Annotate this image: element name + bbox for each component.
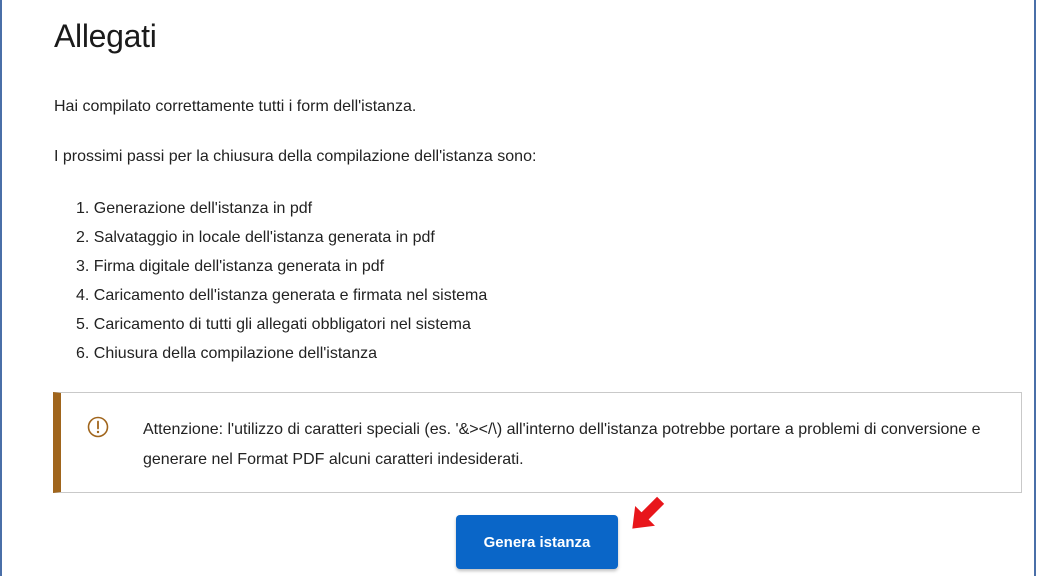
- next-steps-intro: I prossimi passi per la chiusura della c…: [54, 148, 537, 165]
- steps-list: 1. Generazione dell'istanza in pdf 2. Sa…: [54, 198, 487, 372]
- success-message: Hai compilato correttamente tutti i form…: [54, 98, 417, 115]
- step-item: 3. Firma digitale dell'istanza generata …: [76, 258, 385, 275]
- page-container: Allegati Hai compilato correttamente tut…: [0, 0, 1036, 576]
- step-item: 5. Caricamento di tutti gli allegati obb…: [76, 316, 471, 333]
- warning-alert: Attenzione: l'utilizzo di caratteri spec…: [53, 392, 1022, 493]
- red-arrow-icon: [626, 494, 674, 542]
- step-item: 1. Generazione dell'istanza in pdf: [76, 200, 313, 217]
- page-title: Allegati: [54, 18, 157, 54]
- generate-instance-button[interactable]: Genera istanza: [456, 515, 618, 569]
- warning-circle-icon: [87, 416, 109, 438]
- step-item: 2. Salvataggio in locale dell'istanza ge…: [76, 229, 435, 246]
- warning-text: Attenzione: l'utilizzo di caratteri spec…: [143, 421, 981, 468]
- step-item: 6. Chiusura della compilazione dell'ista…: [76, 345, 377, 362]
- step-item: 4. Caricamento dell'istanza generata e f…: [76, 287, 488, 304]
